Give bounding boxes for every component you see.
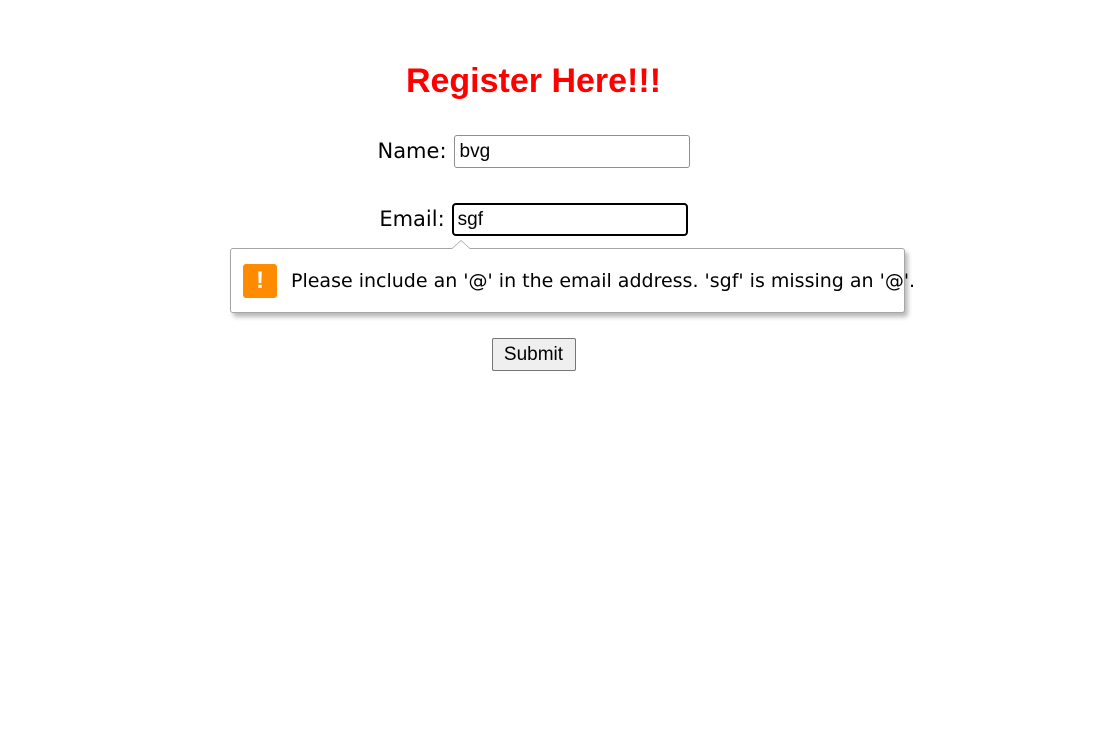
email-input[interactable]	[451, 203, 688, 236]
validation-message: Please include an '@' in the email addre…	[291, 269, 916, 292]
name-input[interactable]	[453, 135, 690, 168]
email-label: Email:	[379, 207, 445, 231]
validation-tooltip: ! Please include an '@' in the email add…	[230, 240, 915, 313]
email-row: Email:	[0, 203, 1067, 236]
warning-icon: !	[243, 263, 277, 298]
page-title: Register Here!!!	[405, 62, 662, 100]
submit-button[interactable]: Submit	[491, 338, 576, 371]
tooltip-arrow	[451, 240, 471, 249]
name-label: Name:	[377, 139, 447, 163]
submit-row: Submit	[0, 338, 1067, 371]
name-row: Name:	[0, 135, 1067, 168]
